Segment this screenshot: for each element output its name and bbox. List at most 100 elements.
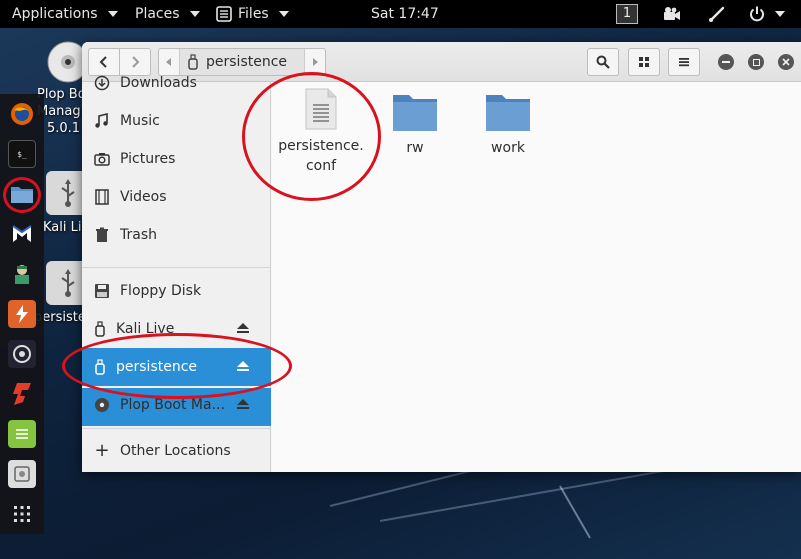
folder-icon — [11, 187, 33, 203]
sidebar-separator — [82, 428, 271, 429]
file-name: work — [491, 140, 525, 156]
firefox-icon — [11, 103, 33, 125]
sidebar-item-pictures[interactable]: Pictures — [82, 140, 271, 178]
terminal-icon: $_ — [17, 149, 27, 159]
sidebar-item-label: Kali Live — [116, 321, 175, 337]
download-icon — [94, 75, 110, 91]
eye-icon — [13, 345, 31, 363]
sidebar-item-persistence-selected[interactable]: persistence — [82, 348, 271, 386]
clock[interactable]: Sat 17:47 — [371, 6, 439, 22]
sidebar-item-downloads[interactable]: Downloads — [82, 64, 271, 102]
maximize-button[interactable] — [748, 54, 764, 70]
menu-button[interactable] — [668, 48, 700, 76]
terminal-launcher[interactable]: $_ — [8, 140, 36, 168]
hamburger-icon — [679, 58, 689, 67]
places-label: Places — [135, 6, 180, 22]
floppy-icon — [95, 284, 109, 298]
close-button[interactable] — [778, 54, 794, 70]
grid-view-icon — [639, 57, 649, 67]
workspace-indicator[interactable]: 1 — [616, 4, 638, 24]
text-file-icon — [305, 88, 337, 130]
metasploit-icon — [12, 225, 32, 242]
power-menu[interactable] — [748, 5, 785, 23]
view-mode-button[interactable] — [628, 48, 660, 76]
armitage-launcher[interactable] — [8, 260, 36, 288]
metasploit-launcher[interactable] — [8, 220, 36, 248]
file-view: persistence. conf rw work — [272, 82, 801, 472]
pen-icon[interactable] — [708, 5, 726, 23]
firefox-launcher[interactable] — [8, 100, 36, 128]
chevron-down-icon — [775, 11, 785, 17]
usb-drive-icon — [95, 321, 105, 337]
folder-icon — [393, 95, 437, 131]
folder-item-work[interactable]: work — [458, 92, 558, 158]
minimize-button[interactable] — [718, 54, 734, 70]
desktop-label: Plop Bo Manag 5.0.1 — [37, 87, 86, 136]
sidebar-item-trash[interactable]: Trash — [82, 216, 271, 254]
file-name: rw — [406, 140, 424, 156]
search-icon — [596, 55, 610, 69]
sidebar-item-label: Pictures — [120, 151, 176, 167]
sidebar-item-music[interactable]: Music — [82, 102, 271, 140]
eject-icon[interactable] — [237, 323, 249, 335]
chevron-down-icon — [107, 11, 118, 17]
top-panel: Applications Places Files Sat 17:47 1 — [0, 0, 801, 28]
places-menu[interactable]: Places — [135, 0, 200, 28]
applications-label: Applications — [12, 6, 98, 22]
camera-icon[interactable] — [662, 6, 682, 22]
sidebar-separator — [82, 267, 271, 268]
disc-icon — [95, 398, 109, 412]
faraday-icon — [13, 383, 31, 405]
sidebar-item-kali-live[interactable]: Kali Live — [82, 310, 271, 348]
lightning-icon — [16, 305, 28, 323]
sidebar-item-label: Other Locations — [120, 443, 231, 459]
sidebar-item-other-locations[interactable]: + Other Locations — [82, 432, 271, 470]
settings-icon — [14, 466, 30, 482]
eject-icon[interactable] — [237, 399, 249, 411]
applications-menu[interactable]: Applications — [12, 0, 118, 28]
files-app-menu[interactable]: Files — [216, 0, 289, 28]
music-icon — [95, 113, 108, 128]
triangle-right-icon — [313, 58, 318, 66]
sidebar-item-videos[interactable]: Videos — [82, 178, 271, 216]
chevron-down-icon — [189, 11, 200, 17]
file-name: persistence. conf — [278, 138, 364, 174]
usb-drive-icon — [95, 359, 105, 375]
sidebar-item-floppy-disk[interactable]: Floppy Disk — [82, 272, 271, 310]
path-scroll-right-button[interactable] — [305, 49, 325, 75]
search-button[interactable] — [587, 48, 619, 76]
film-icon — [95, 189, 109, 205]
faraday-launcher[interactable] — [8, 380, 36, 408]
show-applications-button[interactable] — [8, 500, 36, 528]
usb-icon — [61, 179, 75, 207]
folder-item-rw[interactable]: rw — [365, 92, 465, 158]
folder-icon — [486, 95, 530, 131]
sidebar-item-label: Trash — [120, 227, 157, 243]
leafpad-launcher[interactable] — [8, 420, 36, 448]
files-launcher[interactable] — [8, 180, 36, 208]
armitage-icon — [15, 265, 29, 284]
plus-icon: + — [94, 440, 110, 461]
burpsuite-launcher[interactable] — [8, 300, 36, 328]
chevron-down-icon — [278, 11, 289, 17]
sidebar-item-label: Plop Boot Ma... — [120, 397, 225, 413]
wallpaper-streak — [559, 485, 591, 539]
notes-icon — [16, 429, 28, 439]
file-item-persistence-conf[interactable]: persistence. conf — [271, 88, 371, 176]
settings-launcher[interactable] — [8, 460, 36, 488]
sidebar-item-plop-boot-manager[interactable]: Plop Boot Ma... — [82, 386, 271, 424]
sidebar-item-label: Downloads — [120, 75, 197, 91]
sidebar-item-label: Videos — [120, 189, 167, 205]
minimize-icon — [722, 61, 730, 63]
beef-launcher[interactable] — [8, 340, 36, 368]
usb-icon — [61, 269, 75, 297]
close-icon — [782, 58, 790, 66]
maximize-icon — [752, 58, 760, 66]
files-icon — [216, 6, 232, 22]
dock: $_ — [0, 94, 44, 534]
eject-icon[interactable] — [237, 361, 249, 373]
sidebar-item-label: Music — [120, 113, 160, 129]
sidebar-item-label: Floppy Disk — [120, 283, 202, 299]
sidebar-item-label: persistence — [116, 359, 198, 375]
trash-icon — [96, 227, 108, 242]
